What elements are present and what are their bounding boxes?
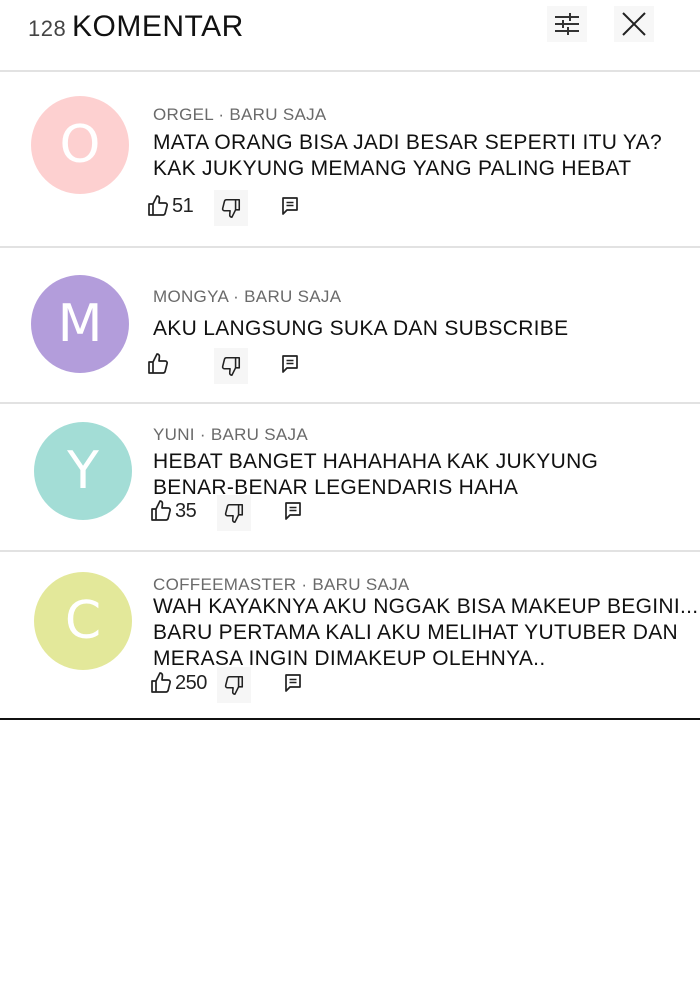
comment-line: MATA ORANG BISA JADI BESAR SEPERTI ITU Y… — [153, 131, 662, 154]
comment-item: O ORGEL · BARU SAJA MATA ORANG BISA JADI… — [0, 74, 700, 248]
comments-title: KOMENTAR — [72, 10, 244, 43]
filter-icon — [555, 13, 579, 35]
comment-text: AKU LANGSUNG SUKA DAN SUBSCRIBE — [153, 316, 568, 342]
reply-button[interactable] — [280, 348, 300, 380]
dislike-button[interactable] — [217, 495, 251, 531]
comments-header: 128 KOMENTAR — [0, 0, 700, 72]
comment-text: HEBAT BANGET HAHAHAHA KAK JUKYUNG BENAR-… — [153, 449, 598, 501]
comment-actions: 35 — [149, 495, 349, 531]
comment-line: HEBAT BANGET HAHAHAHA KAK JUKYUNG — [153, 450, 599, 473]
comment-item: Y YUNI · BARU SAJA HEBAT BANGET HAHAHAHA… — [0, 404, 700, 552]
comment-actions: 51 — [146, 190, 346, 226]
reply-button[interactable] — [280, 190, 300, 222]
avatar[interactable]: O — [31, 96, 129, 194]
like-count: 35 — [175, 499, 197, 522]
thumbs-down-icon — [224, 503, 244, 523]
like-button[interactable] — [146, 348, 172, 380]
comment-actions — [146, 348, 346, 384]
reply-icon — [282, 355, 298, 373]
thumbs-up-icon — [148, 195, 169, 216]
like-button[interactable]: 250 — [149, 667, 207, 699]
comment-author: YUNI · BARU SAJA — [153, 425, 308, 444]
thumbs-down-icon — [221, 356, 241, 376]
comment-line: WAH KAYAKNYA AKU NGGAK BISA MAKEUP BEGIN… — [153, 595, 699, 618]
comment-item: M MONGYA · BARU SAJA AKU LANGSUNG SUKA D… — [0, 248, 700, 404]
reply-button[interactable] — [283, 667, 303, 699]
thumbs-up-icon — [148, 353, 169, 374]
thumbs-down-icon — [221, 198, 241, 218]
dislike-button[interactable] — [214, 348, 248, 384]
like-count: 51 — [172, 194, 194, 217]
dislike-button[interactable] — [214, 190, 248, 226]
comment-author: ORGEL · BARU SAJA — [153, 105, 327, 124]
close-icon — [622, 12, 646, 36]
thumbs-up-icon — [151, 672, 172, 693]
filter-button[interactable] — [547, 6, 587, 42]
reply-button[interactable] — [283, 495, 303, 527]
comment-line: BARU PERTAMA KALI AKU MELIHAT YUTUBER DA… — [153, 621, 678, 644]
thumbs-up-icon — [151, 500, 172, 521]
comment-actions: 250 — [149, 667, 349, 703]
close-button[interactable] — [614, 6, 654, 42]
like-button[interactable]: 35 — [149, 495, 197, 527]
comment-line: AKU LANGSUNG SUKA DAN SUBSCRIBE — [153, 317, 569, 340]
comment-count: 128 — [28, 16, 67, 41]
comment-text: MATA ORANG BISA JADI BESAR SEPERTI ITU Y… — [153, 130, 662, 182]
reply-icon — [285, 674, 301, 692]
reply-icon — [285, 502, 301, 520]
comment-text: WAH KAYAKNYA AKU NGGAK BISA MAKEUP BEGIN… — [153, 594, 698, 672]
thumbs-down-icon — [224, 675, 244, 695]
reply-icon — [282, 197, 298, 215]
like-count: 250 — [175, 671, 207, 694]
comment-line: KAK JUKYUNG MEMANG YANG PALING HEBAT — [153, 157, 632, 180]
like-button[interactable]: 51 — [146, 190, 194, 222]
avatar[interactable]: M — [31, 275, 129, 373]
divider — [0, 718, 700, 720]
comment-item: C COFFEEMASTER · BARU SAJA WAH KAYAKNYA … — [0, 552, 700, 718]
comment-author: COFFEEMASTER · BARU SAJA — [153, 575, 410, 594]
dislike-button[interactable] — [217, 667, 251, 703]
avatar[interactable]: C — [34, 572, 132, 670]
comment-author: MONGYA · BARU SAJA — [153, 287, 342, 306]
avatar[interactable]: Y — [34, 422, 132, 520]
